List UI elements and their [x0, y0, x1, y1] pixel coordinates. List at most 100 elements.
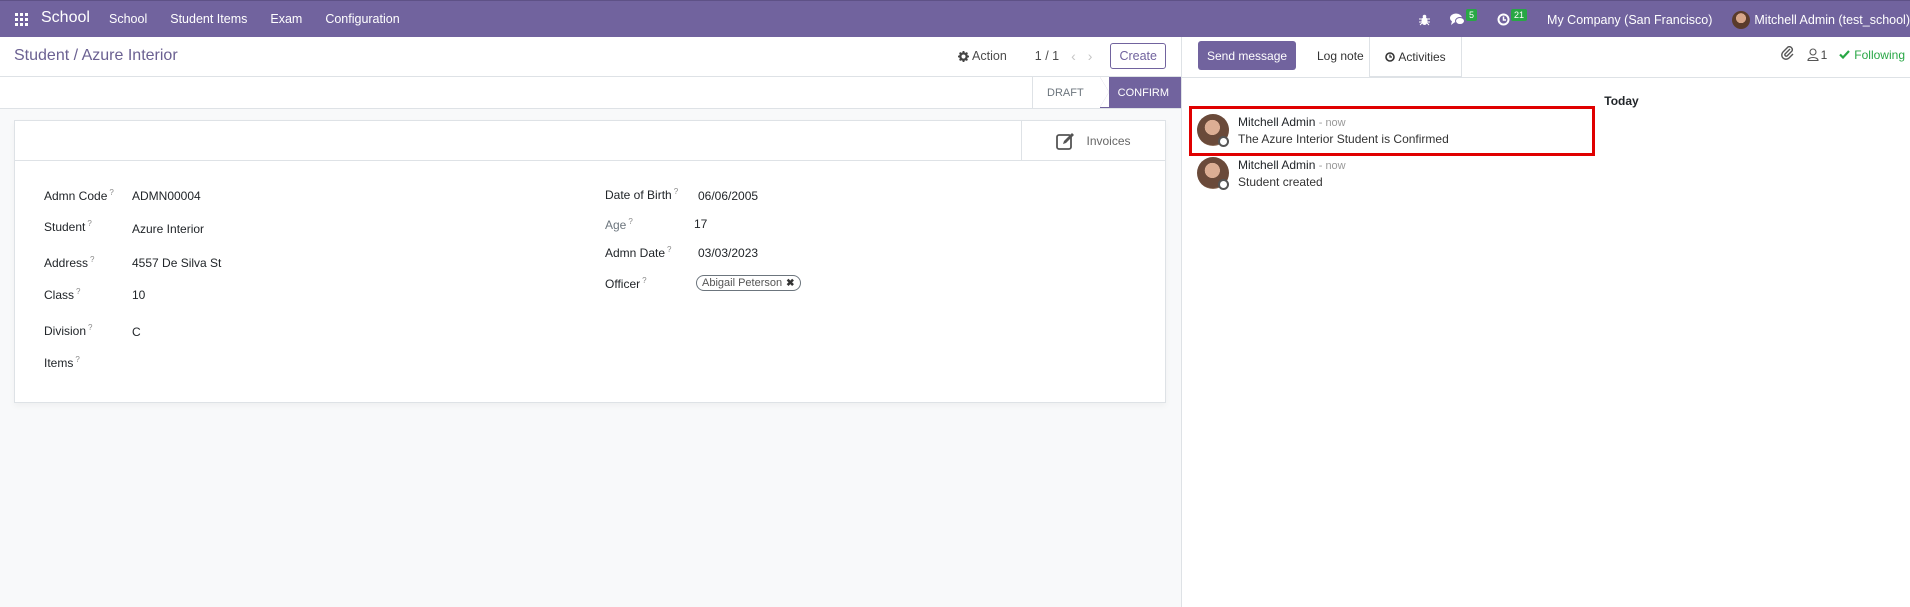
field-label: Address? — [44, 255, 95, 270]
edit-icon — [1056, 132, 1075, 150]
debug-button[interactable] — [1419, 14, 1431, 26]
field-student: Student? Azure Interior — [44, 219, 204, 236]
message-body: Student created — [1238, 175, 1323, 189]
address-value: 4557 De Silva St — [132, 256, 222, 270]
form-view: Student / Azure Interior Action 1 / 1 ‹ … — [0, 37, 1181, 607]
chevron-right-icon: › — [1087, 48, 1093, 64]
pager-previous-button[interactable]: ‹ — [1071, 48, 1076, 64]
field-label: Admn Code? — [44, 188, 114, 203]
field-label: Age? — [605, 217, 633, 232]
bug-icon — [1419, 14, 1431, 25]
field-officer: Officer? Abigail Peterson ✖ — [605, 275, 801, 291]
remove-tag-icon[interactable]: ✖ — [786, 278, 794, 289]
officer-tag[interactable]: Abigail Peterson ✖ — [696, 275, 801, 291]
user-avatar — [1732, 10, 1751, 29]
create-button[interactable]: Create — [1110, 43, 1166, 69]
user-name: Mitchell Admin (test_school) — [1754, 12, 1910, 27]
menu-item-exam[interactable]: Exam — [270, 12, 302, 26]
message-time: - now — [1318, 160, 1346, 172]
message-author: Mitchell Admin - now — [1238, 115, 1346, 129]
paperclip-icon — [1780, 46, 1794, 60]
author-name[interactable]: Mitchell Admin — [1238, 115, 1315, 129]
chatter-topbar: Send message Log note Activities 1 Follo… — [1182, 37, 1910, 77]
date-separator: Today — [1604, 94, 1639, 108]
stage-draft[interactable]: Draft — [1032, 77, 1100, 108]
student-value[interactable]: Azure Interior — [132, 222, 204, 236]
class-value[interactable]: 10 — [132, 288, 145, 302]
field-age: Age? 17 — [605, 217, 707, 232]
following-button[interactable]: Following — [1839, 48, 1905, 62]
division-value[interactable]: C — [132, 325, 141, 339]
company-switcher[interactable]: My Company (San Francisco) — [1547, 13, 1712, 27]
following-label: Following — [1854, 47, 1905, 62]
date-of-birth-value: 06/06/2005 — [698, 189, 759, 203]
messages-badge: 5 — [1466, 8, 1478, 21]
chat-bubbles-icon — [1450, 13, 1466, 25]
followers-button[interactable]: 1 — [1807, 47, 1828, 62]
stage-confirm[interactable]: Confirm — [1099, 77, 1181, 108]
officer-tag-label: Abigail Peterson — [702, 277, 783, 289]
activities-label: Activities — [1398, 49, 1446, 64]
menu-item-school[interactable]: School — [109, 12, 147, 26]
attachment-button[interactable] — [1780, 46, 1795, 63]
apps-menu-icon[interactable] — [15, 13, 28, 26]
activities-badge: 21 — [1511, 8, 1528, 21]
age-value: 17 — [694, 217, 708, 231]
menu-item-student-items[interactable]: Student Items — [170, 12, 247, 26]
message-time: - now — [1318, 117, 1346, 129]
officer-value: Abigail Peterson ✖ — [696, 275, 801, 291]
field-label: Class? — [44, 287, 81, 302]
status-bar: Draft Confirm — [1032, 77, 1181, 108]
messages-button[interactable]: 5 — [1450, 8, 1478, 26]
clock-icon — [1497, 13, 1510, 26]
top-navbar: School School Student Items Exam Configu… — [0, 0, 1910, 37]
gear-icon — [958, 50, 970, 62]
followers-count: 1 — [1820, 47, 1828, 62]
invoices-label: Invoices — [1086, 133, 1131, 148]
pager-next-button[interactable]: › — [1088, 48, 1093, 64]
smart-button-box: Invoices — [15, 121, 1165, 161]
activities-button[interactable]: 21 — [1497, 8, 1528, 26]
field-label: Student? — [44, 219, 92, 234]
author-name[interactable]: Mitchell Admin — [1238, 158, 1315, 172]
clock-icon — [1385, 51, 1396, 62]
field-division: Division? C — [44, 323, 141, 339]
action-label: Action — [972, 49, 1007, 63]
send-message-button[interactable]: Send message — [1198, 41, 1297, 70]
message-item: Mitchell Admin - now Student created — [1192, 152, 1592, 196]
systray: 5 21 My Company (San Francisco) Mitchell… — [1419, 1, 1910, 38]
breadcrumb[interactable]: Student / Azure Interior — [14, 47, 178, 65]
field-admn-date: Admn Date? 03/03/2023 — [605, 245, 758, 260]
form-sheet: Invoices Admn Code? ADMN00004 Student? A… — [14, 120, 1166, 403]
message-body: The Azure Interior Student is Confirmed — [1238, 132, 1449, 146]
activities-button[interactable]: Activities — [1369, 37, 1462, 77]
admn-date-value: 03/03/2023 — [698, 246, 759, 260]
pager-value[interactable]: 1 / 1 — [1035, 49, 1059, 63]
check-icon — [1839, 50, 1851, 59]
field-label: Date of Birth? — [605, 187, 679, 202]
field-items: Items? — [44, 355, 80, 370]
field-label: Division? — [44, 323, 93, 338]
field-label: Items? — [44, 355, 80, 370]
field-class: Class? 10 — [44, 287, 145, 302]
field-date-of-birth: Date of Birth? 06/06/2005 — [605, 187, 758, 203]
user-menu[interactable]: Mitchell Admin (test_school) — [1732, 10, 1910, 29]
message-author: Mitchell Admin - now — [1238, 158, 1346, 172]
invoices-smart-button[interactable]: Invoices — [1021, 121, 1165, 160]
chevron-left-icon: ‹ — [1071, 48, 1076, 64]
menu-item-configuration[interactable]: Configuration — [325, 12, 399, 26]
field-label: Officer? — [605, 276, 647, 291]
admn-code-value: ADMN00004 — [132, 189, 201, 203]
main-menu: School Student Items Exam Configuration — [109, 12, 423, 26]
chatter-panel: Send message Log note Activities 1 Follo… — [1181, 37, 1910, 607]
field-address: Address? 4557 De Silva St — [44, 255, 221, 270]
field-admn-code: Admn Code? ADMN00004 — [44, 188, 201, 203]
app-brand[interactable]: School — [41, 9, 90, 27]
form-statusbar-row: Draft Confirm — [0, 77, 1181, 109]
chatter-actions: 1 Following — [1780, 46, 1905, 63]
message-item: Mitchell Admin - now The Azure Interior … — [1189, 106, 1595, 156]
field-label: Admn Date? — [605, 245, 672, 260]
log-note-button[interactable]: Log note — [1308, 41, 1373, 70]
action-dropdown[interactable]: Action — [958, 49, 1007, 63]
presence-status-icon — [1218, 179, 1229, 190]
